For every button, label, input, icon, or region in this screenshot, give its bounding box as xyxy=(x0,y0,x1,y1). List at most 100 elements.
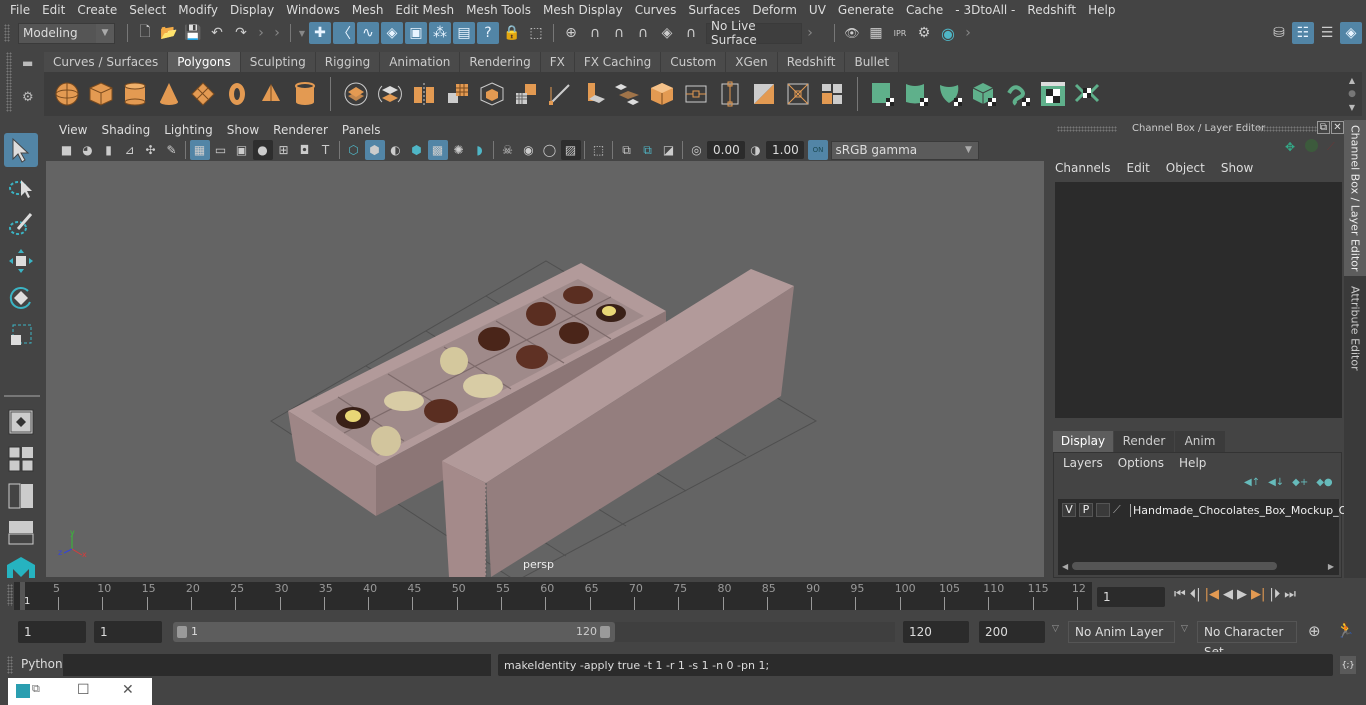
2d-pan-zoom-icon[interactable]: ✣ xyxy=(141,140,161,160)
scroll-right-icon[interactable]: ▶ xyxy=(1328,562,1334,571)
playback-toggle[interactable]: P xyxy=(1079,503,1093,517)
chevron-down-icon[interactable]: ▽ xyxy=(1181,624,1188,634)
play-backward-icon[interactable]: ◀ xyxy=(1223,587,1233,602)
redo-icon[interactable]: ↷ xyxy=(230,22,252,44)
menu-help[interactable]: Help xyxy=(1082,3,1121,17)
xray-active-icon[interactable]: ◪ xyxy=(659,140,679,160)
snap-live-icon[interactable]: ◈ xyxy=(656,22,678,44)
anim-layer-dropdown[interactable]: No Anim Layer xyxy=(1068,621,1175,643)
poly-sphere-icon[interactable] xyxy=(52,79,82,109)
smooth-shade-icon[interactable]: ⬢ xyxy=(364,140,385,160)
menu-options[interactable]: Options xyxy=(1118,456,1164,470)
outliner-layout-button[interactable] xyxy=(4,479,38,513)
menu-uv[interactable]: UV xyxy=(803,3,832,17)
select-by-component-icon[interactable]: ∿ xyxy=(357,22,379,44)
menu-select[interactable]: Select xyxy=(123,3,172,17)
extrude-icon[interactable] xyxy=(579,79,609,109)
language-toggle[interactable]: Python xyxy=(21,657,63,671)
command-input[interactable] xyxy=(63,654,491,676)
go-to-start-icon[interactable]: ⏮ xyxy=(1174,587,1186,602)
snap-point-icon[interactable]: ∩ xyxy=(608,22,630,44)
move-tool-button[interactable] xyxy=(4,244,38,278)
character-set-dropdown[interactable]: No Character Set xyxy=(1197,621,1297,659)
four-pane-layout-button[interactable] xyxy=(4,442,38,476)
color-space-dropdown[interactable]: sRGB gamma ▼ xyxy=(830,140,979,160)
single-pane-layout-button[interactable] xyxy=(4,405,38,439)
manipulator-axis-icon[interactable]: ✥ xyxy=(1285,140,1295,154)
layer-row[interactable]: V P ⟋ Handmade_Chocolates_Box_Mockup_Op xyxy=(1062,503,1354,517)
select-vertex-icon[interactable]: ◈ xyxy=(381,22,403,44)
menu-channels[interactable]: Channels xyxy=(1055,161,1111,175)
layer-toggle-icon[interactable]: ◈ xyxy=(1340,22,1362,44)
xray-icon[interactable]: ⧉ xyxy=(617,140,637,160)
close-icon[interactable]: ✕ xyxy=(122,682,134,698)
tab-curves-surfaces[interactable]: Curves / Surfaces xyxy=(44,52,169,72)
step-forward-key-icon[interactable]: |⏵ xyxy=(1269,587,1280,602)
image-plane-icon[interactable]: ⊿ xyxy=(120,140,140,160)
tab-sculpting[interactable]: Sculpting xyxy=(240,52,316,72)
range-slider[interactable]: 1 120 xyxy=(173,622,615,642)
spherical-map-icon[interactable] xyxy=(936,79,966,109)
shelf-scroll[interactable]: ▲ ● ▼ xyxy=(1346,76,1358,112)
cylindrical-map-icon[interactable] xyxy=(902,79,932,109)
collapse-arrow-icon[interactable]: › xyxy=(803,22,817,44)
go-to-end-icon[interactable]: ⏭ xyxy=(1284,587,1296,602)
center-pivot-icon[interactable] xyxy=(817,79,847,109)
snap-view-plane-icon[interactable]: ∩ xyxy=(632,22,654,44)
camera-attributes-icon[interactable]: ◕ xyxy=(78,140,98,160)
bookmark-icon[interactable]: ▮ xyxy=(99,140,119,160)
select-face-icon[interactable]: ▣ xyxy=(405,22,427,44)
tab-polygons[interactable]: Polygons xyxy=(168,52,241,72)
tab-rigging[interactable]: Rigging xyxy=(315,52,381,72)
menu-mesh-tools[interactable]: Mesh Tools xyxy=(460,3,537,17)
menu-mesh-display[interactable]: Mesh Display xyxy=(537,3,629,17)
tab-rendering[interactable]: Rendering xyxy=(460,52,541,72)
drag-handle[interactable] xyxy=(4,24,10,42)
menu-show[interactable]: Show xyxy=(220,123,266,137)
menu-surfaces[interactable]: Surfaces xyxy=(682,3,746,17)
scale-tool-button[interactable] xyxy=(4,318,38,352)
scroll-up-icon[interactable]: ▲ xyxy=(1349,76,1355,85)
tab-fx-caching[interactable]: FX Caching xyxy=(574,52,662,72)
camera-icon[interactable]: ■ xyxy=(57,140,77,160)
film-gate-icon[interactable]: ▭ xyxy=(211,140,231,160)
display-type-toggle[interactable] xyxy=(1096,503,1110,517)
menu-object[interactable]: Object xyxy=(1166,161,1205,175)
anim-prefs-icon[interactable]: 🏃 xyxy=(1336,621,1355,639)
separate-icon[interactable] xyxy=(375,79,405,109)
tab-bullet[interactable]: Bullet xyxy=(845,52,900,72)
menu-edit[interactable]: Edit xyxy=(1127,161,1150,175)
rotate-tool-button[interactable] xyxy=(4,281,38,315)
tab-channel-box[interactable]: Channel Box / Layer Editor xyxy=(1344,120,1366,276)
grease-pencil-icon[interactable]: ✎ xyxy=(162,140,182,160)
gamma-icon[interactable]: ◑ xyxy=(746,140,766,160)
play-forward-icon[interactable]: ▶ xyxy=(1237,587,1247,602)
menu-create[interactable]: Create xyxy=(71,3,123,17)
select-by-hierarchy-icon[interactable]: ✚ xyxy=(309,22,331,44)
menu-help[interactable]: Help xyxy=(1179,456,1206,470)
menu-windows[interactable]: Windows xyxy=(280,3,346,17)
tab-display[interactable]: Display xyxy=(1053,431,1113,452)
menu-deform[interactable]: Deform xyxy=(746,3,803,17)
new-layer-icon[interactable]: ◆+ xyxy=(1292,477,1308,488)
render-current-icon[interactable]: ▦ xyxy=(865,22,887,44)
render-view-icon[interactable]: 👁 xyxy=(841,22,863,44)
screen-space-ao-icon[interactable]: ☠ xyxy=(498,140,518,160)
open-scene-icon[interactable]: 📂 xyxy=(158,22,180,44)
combine-icon[interactable] xyxy=(341,79,371,109)
menu-3dtoall[interactable]: - 3DtoAll - xyxy=(949,3,1021,17)
collapse-arrow-icon[interactable]: › xyxy=(254,22,268,44)
graph-layout-button[interactable] xyxy=(4,516,38,550)
default-material-icon[interactable]: ◐ xyxy=(386,140,406,160)
xray-joints-icon[interactable]: ⧉ xyxy=(638,140,658,160)
scroll-dot-icon[interactable]: ● xyxy=(1348,89,1356,99)
drag-handle[interactable] xyxy=(7,584,13,606)
timeline-track[interactable]: 1 5 10 15 20 25 30 35 40 45 50 55 60 65 70 75 80 85 90 95 1… xyxy=(14,582,1092,610)
subdivide-icon[interactable] xyxy=(511,79,541,109)
render-settings-icon[interactable]: ⚙ xyxy=(913,22,935,44)
mirror-icon[interactable] xyxy=(409,79,439,109)
range-end-handle[interactable] xyxy=(600,626,610,638)
select-tool-button[interactable] xyxy=(4,133,38,167)
poly-pyramid-icon[interactable] xyxy=(256,79,286,109)
uv-editor-icon[interactable] xyxy=(1038,79,1068,109)
